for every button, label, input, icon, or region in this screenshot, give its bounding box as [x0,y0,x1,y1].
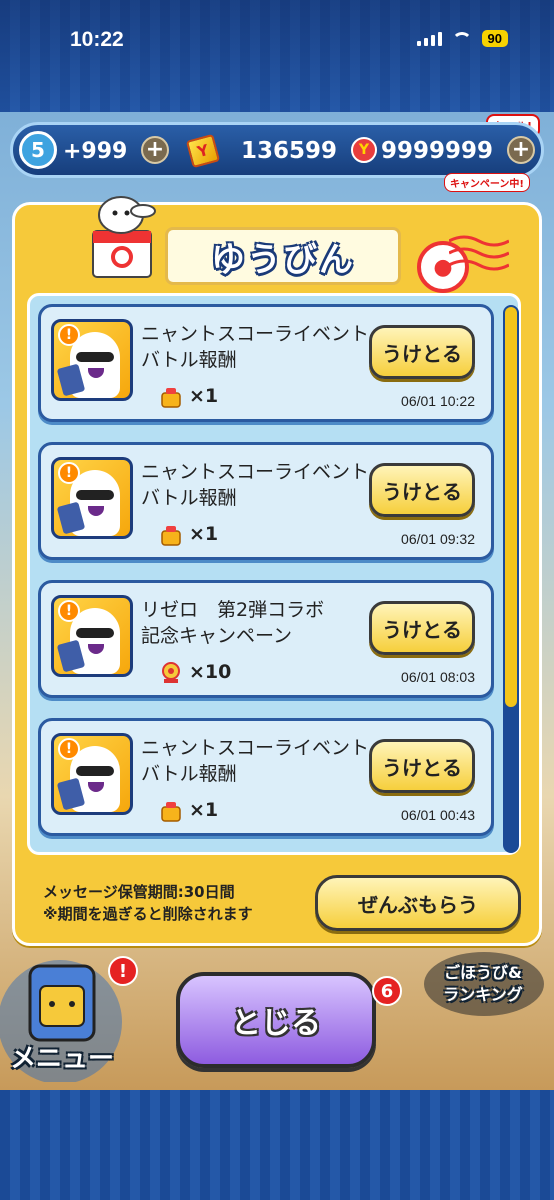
reward-ranking-label: ごほうび& ランキング [443,963,523,1004]
mail-date: 06/01 10:22 [401,393,475,409]
page-title: ゆうびん [211,239,355,280]
receive-button[interactable]: うけとる [369,463,475,517]
mail-item-title: ニャントスコーライベント バトル報酬 [141,737,370,785]
reward-quantity: ×1 [189,799,219,821]
gem-value: 9999999 [381,138,494,164]
mail-item: ! ニャントスコーライベント バトル報酬 ×1 うけとる 06/01 00:43 [38,718,494,836]
mail-scrollbar[interactable] [503,305,519,853]
deletion-warning: ※期間を過ぎると削除されます [43,905,253,923]
mail-item: ! リゼロ 第2弾コラボ 記念キャンペーン ×10 うけとる 06/01 08:… [38,580,494,698]
sender-avatar: ! [51,457,133,539]
footer-background [0,1090,554,1200]
new-alert-icon: ! [58,462,80,484]
menu-alert-badge: ! [108,956,138,986]
receive-button[interactable]: うけとる [369,601,475,655]
mail-item: ! ニャントスコーライベント バトル報酬 ×1 うけとる 06/01 10:22 [38,304,494,422]
mail-panel: ゆうびん ● ! ニャントスコーライベント バトル報酬 ×1 うけとる 06/0 [12,196,542,946]
reward-quantity: ×1 [189,385,219,407]
new-alert-icon: ! [58,738,80,760]
mail-item: ! ニャントスコーライベント バトル報酬 ×1 うけとる 06/01 09:32 [38,442,494,560]
sender-avatar: ! [51,733,133,815]
scrollbar-thumb[interactable] [505,307,517,707]
reward-bag-icon [161,802,181,822]
coin-icon: Y [185,133,221,169]
receive-button[interactable]: うけとる [369,325,475,379]
mail-item-title: ニャントスコーライベント バトル報酬 [141,461,370,509]
mailbox-mascot-icon [92,196,156,278]
add-energy-button[interactable]: + [141,136,169,164]
notification-badge: 6 [372,976,402,1006]
header-background [0,0,554,112]
signal-icon [416,31,442,46]
mail-date: 06/01 00:43 [401,807,475,823]
mail-list-container: ! ニャントスコーライベント バトル報酬 ×1 うけとる 06/01 10:22… [27,293,521,855]
mail-item-title: ニャントスコーライベント バトル報酬 [141,323,370,371]
wifi-icon [451,31,472,46]
add-gems-button[interactable]: + [507,136,535,164]
receive-button[interactable]: うけとる [369,739,475,793]
status-icons: 90 [416,30,508,47]
energy-value: +999 [63,138,128,164]
battery-icon: 90 [481,30,508,47]
coin-value: 136599 [241,138,338,164]
menu-label: メニュー [10,1044,115,1074]
status-time: 10:22 [70,28,124,51]
gem-icon: Y [351,137,377,163]
mail-date: 06/01 09:32 [401,531,475,547]
reward-bag-icon [161,388,181,408]
sender-avatar: ! [51,595,133,677]
reward-medal-icon [162,662,180,683]
reward-quantity: ×10 [189,661,232,683]
storage-period: メッセージ保管期間:30日間 [43,883,235,901]
mail-list: ! ニャントスコーライベント バトル報酬 ×1 うけとる 06/01 10:22… [38,304,494,852]
level-badge: 5 [19,131,57,169]
storage-note: メッセージ保管期間:30日間 ※期間を過ぎると削除されます [43,881,253,925]
sender-avatar: ! [51,319,133,401]
mail-date: 06/01 08:03 [401,669,475,685]
reward-bag-icon [161,526,181,546]
campaign-tag: キャンペーン中! [443,173,530,192]
postmark-lines-icon [449,235,509,271]
currency-bar: 5 +999 + Y 136599 Y 9999999 + [10,122,544,178]
reward-quantity: ×1 [189,523,219,545]
new-alert-icon: ! [58,324,80,346]
close-button[interactable]: とじる [176,972,376,1068]
new-alert-icon: ! [58,600,80,622]
mail-title-banner: ゆうびん [165,227,401,285]
mail-item-title: リゼロ 第2弾コラボ 記念キャンペーン [141,599,325,647]
claim-all-button[interactable]: ぜんぶもらう [315,875,521,931]
